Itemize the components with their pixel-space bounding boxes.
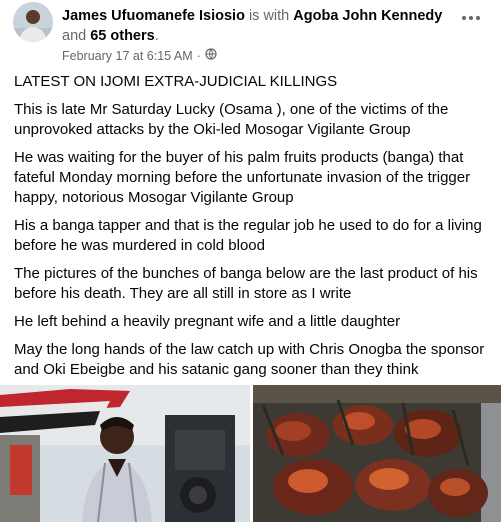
dot-icon bbox=[462, 16, 466, 20]
palm-fruits-image bbox=[253, 385, 501, 522]
meta-separator: · bbox=[196, 48, 201, 63]
post-paragraph: LATEST ON IJOMI EXTRA-JUDICIAL KILLINGS bbox=[14, 73, 338, 90]
and-text: and bbox=[62, 28, 87, 44]
portrait-image bbox=[0, 385, 250, 522]
dot-icon bbox=[476, 16, 480, 20]
post-paragraph: May the long hands of the law catch up w… bbox=[14, 341, 485, 378]
post-paragraph: The pictures of the bunches of banga bel… bbox=[14, 265, 478, 302]
photo-portrait[interactable] bbox=[0, 385, 250, 522]
author-line: James Ufuomanefe Isiosio is with Agoba J… bbox=[62, 6, 462, 46]
post-meta: February 17 at 6:15 AM · bbox=[62, 48, 217, 63]
author-photo bbox=[13, 2, 53, 42]
photo-palm-fruits[interactable] bbox=[253, 385, 501, 522]
more-options-button[interactable] bbox=[457, 8, 485, 28]
photo-grid bbox=[0, 385, 501, 522]
period-text: . bbox=[154, 28, 159, 44]
post-body: LATEST ON IJOMI EXTRA-JUDICIAL KILLINGS … bbox=[14, 72, 492, 388]
with-text: is with bbox=[248, 8, 290, 24]
tagged-person[interactable]: Agoba John Kennedy bbox=[293, 8, 442, 24]
post-paragraph: This is late Mr Saturday Lucky (Osama ),… bbox=[14, 101, 449, 138]
dot-icon bbox=[469, 16, 473, 20]
others-link[interactable]: 65 others bbox=[90, 28, 154, 44]
globe-icon bbox=[205, 48, 217, 63]
author-name[interactable]: James Ufuomanefe Isiosio bbox=[62, 8, 245, 24]
post-timestamp[interactable]: February 17 at 6:15 AM bbox=[62, 49, 193, 63]
post-paragraph: His a banga tapper and that is the regul… bbox=[14, 217, 482, 254]
author-avatar[interactable] bbox=[13, 2, 53, 42]
post-paragraph: He left behind a heavily pregnant wife a… bbox=[14, 313, 401, 330]
post-paragraph: He was waiting for the buyer of his palm… bbox=[14, 149, 471, 206]
post-header: James Ufuomanefe Isiosio is with Agoba J… bbox=[0, 0, 501, 68]
